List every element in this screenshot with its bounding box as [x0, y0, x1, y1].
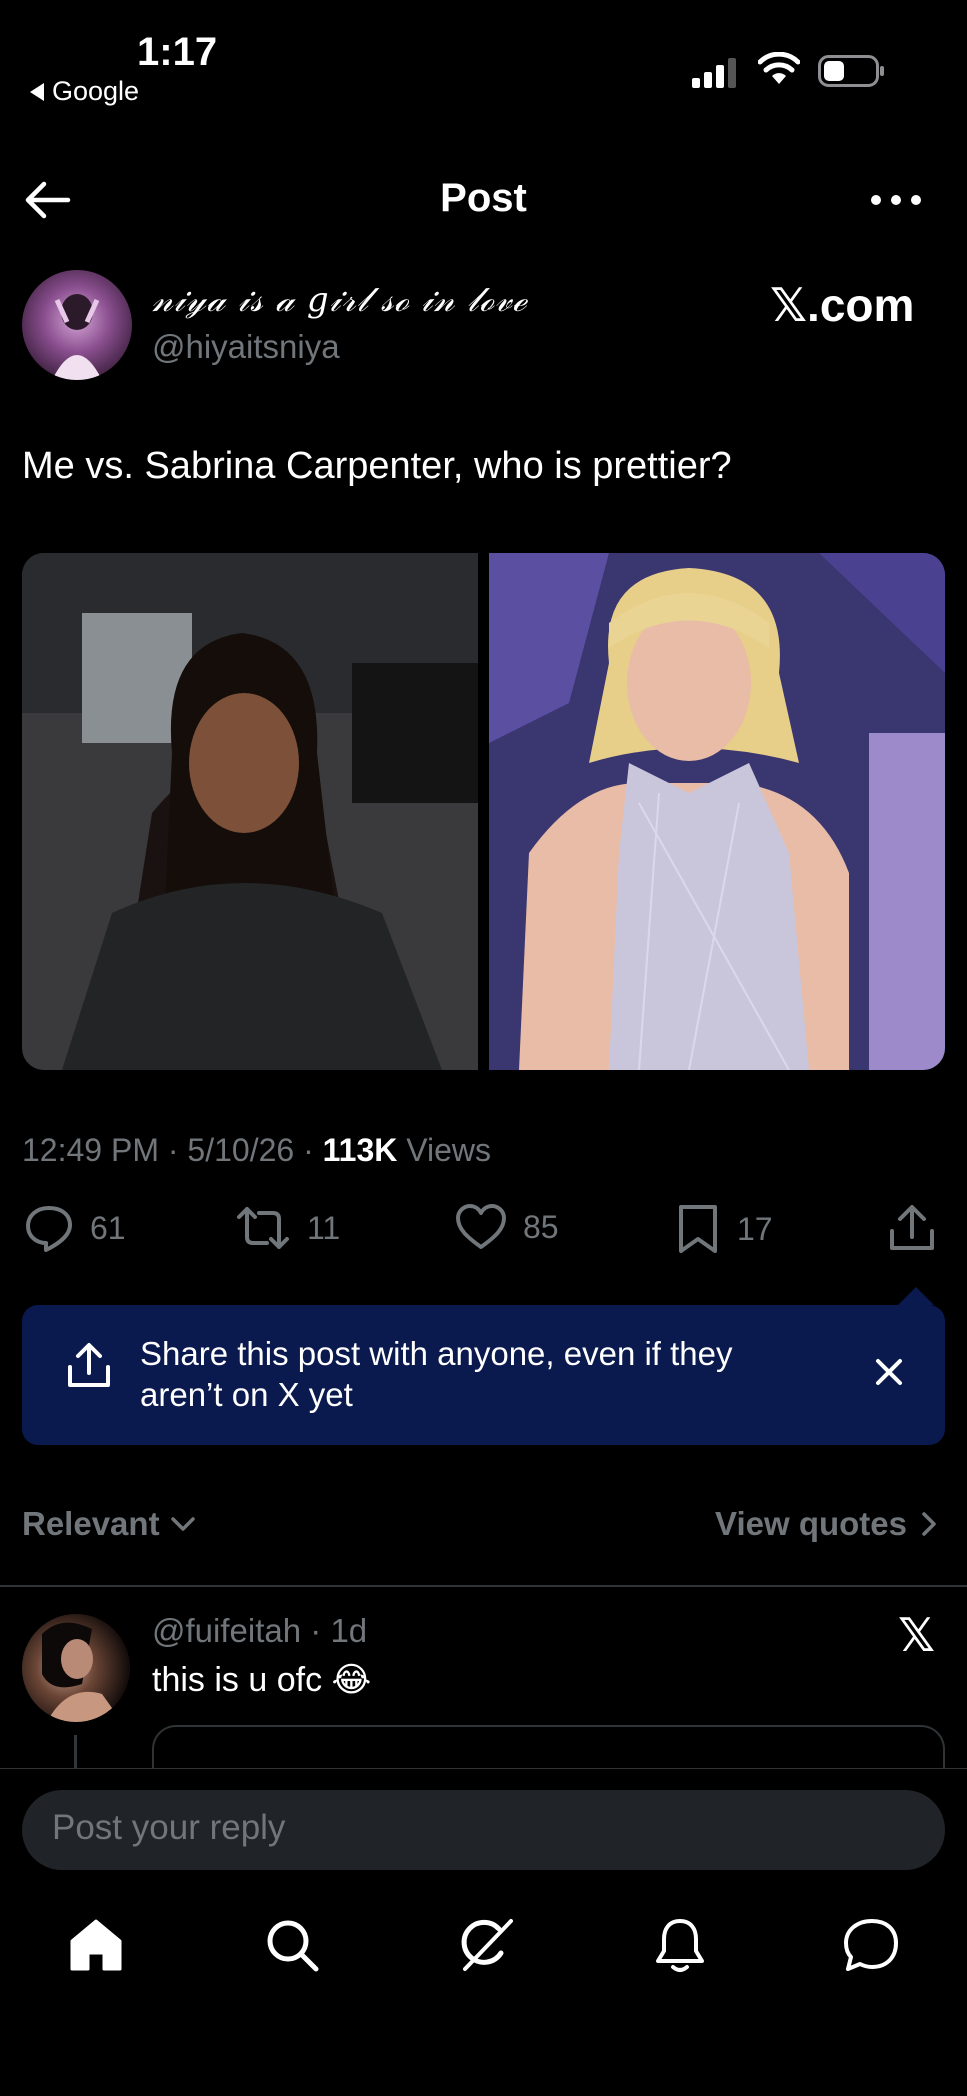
clock: 1:17	[137, 30, 218, 74]
share-button[interactable]	[888, 1203, 936, 1253]
reply-age: 1d	[330, 1612, 368, 1649]
post-actions: 61 11 85 17	[0, 1203, 967, 1263]
cellular-signal-icon	[692, 58, 736, 88]
like-button[interactable]: 85	[455, 1203, 559, 1251]
author-avatar[interactable]	[22, 270, 132, 380]
author-display-name[interactable]: 𝓃𝒾𝓎𝒶 𝒾𝓈 𝒶 𝑔𝒾𝓇𝓁 𝓈ℴ 𝒾𝓃 𝓁ℴ𝓋ℯ	[152, 280, 527, 320]
reply-handle: @fuifeitah	[152, 1612, 302, 1649]
banner-pointer	[898, 1287, 934, 1305]
view-quotes-label: View quotes	[715, 1505, 907, 1542]
reply-text: this is u ofc 😂	[152, 1661, 372, 1699]
chevron-right-icon	[922, 1512, 936, 1536]
views-count: 113K	[322, 1132, 398, 1168]
notifications-icon[interactable]	[650, 1915, 710, 1975]
reply-button[interactable]: 61	[24, 1203, 126, 1253]
reply-input[interactable]: Post your reply	[22, 1790, 945, 1870]
post-date: 5/10/26	[187, 1132, 295, 1168]
sort-dropdown[interactable]: Relevant	[22, 1505, 196, 1543]
selfie-photo	[22, 553, 478, 1070]
author-avatar-image	[52, 294, 102, 380]
status-bar: 1:17 Google	[0, 0, 967, 110]
home-icon[interactable]	[66, 1915, 126, 1975]
bookmark-count: 17	[737, 1210, 773, 1247]
post-meta: 12:49 PM · 5/10/26 · 113K Views	[22, 1132, 491, 1169]
post-text: Me vs. Sabrina Carpenter, who is prettie…	[22, 445, 732, 487]
reply-icon	[26, 1206, 72, 1252]
reply-separator: ·	[310, 1612, 322, 1649]
grok-icon[interactable]	[455, 1915, 515, 1975]
share-icon	[890, 1205, 934, 1250]
close-icon[interactable]	[874, 1357, 904, 1387]
heart-icon	[456, 1204, 506, 1249]
bookmark-icon	[679, 1205, 717, 1253]
more-options-icon[interactable]	[870, 190, 922, 210]
share-banner-text: Share this post with anyone, even if the…	[140, 1335, 733, 1413]
post-header: Post	[0, 160, 967, 240]
share-upload-icon	[68, 1343, 110, 1387]
meta-separator: ·	[167, 1132, 179, 1168]
back-app-label: Google	[52, 76, 140, 106]
repost-button[interactable]: 11	[235, 1203, 340, 1253]
messages-icon[interactable]	[840, 1915, 900, 1975]
share-banner[interactable]: Share this post with anyone, even if the…	[22, 1305, 945, 1445]
repost-count: 11	[307, 1209, 341, 1246]
x-logo-badge: 𝕏	[898, 1609, 936, 1661]
post-image-right[interactable]	[489, 553, 945, 1070]
search-icon[interactable]	[262, 1915, 322, 1975]
chevron-down-icon	[170, 1517, 195, 1531]
concert-photo	[489, 553, 945, 1070]
battery-icon	[818, 55, 884, 87]
back-triangle-icon	[30, 82, 44, 101]
views-label: Views	[406, 1132, 492, 1168]
back-to-app-link[interactable]: Google	[30, 76, 139, 107]
wifi-icon	[758, 52, 800, 84]
x-com-watermark: 𝕏.com	[770, 279, 915, 331]
bookmark-button[interactable]: 17	[675, 1203, 773, 1255]
author-handle[interactable]: @hiyaitsniya	[152, 328, 340, 366]
reply-avatar-image	[42, 1622, 122, 1722]
sort-label: Relevant	[22, 1505, 160, 1542]
post-time: 12:49 PM	[22, 1132, 159, 1168]
reply-avatar[interactable]	[22, 1614, 130, 1722]
reply-count: 61	[90, 1209, 126, 1246]
tab-bar	[0, 1915, 967, 2025]
meta-separator: ·	[303, 1132, 314, 1168]
view-quotes-link[interactable]: View quotes	[715, 1505, 937, 1543]
post-image-left[interactable]	[22, 553, 478, 1070]
repost-icon	[237, 1207, 289, 1249]
divider	[0, 1585, 967, 1587]
like-count: 85	[523, 1208, 559, 1245]
page-title: Post	[440, 176, 527, 220]
reply-author[interactable]: @fuifeitah · 1d	[152, 1612, 367, 1650]
